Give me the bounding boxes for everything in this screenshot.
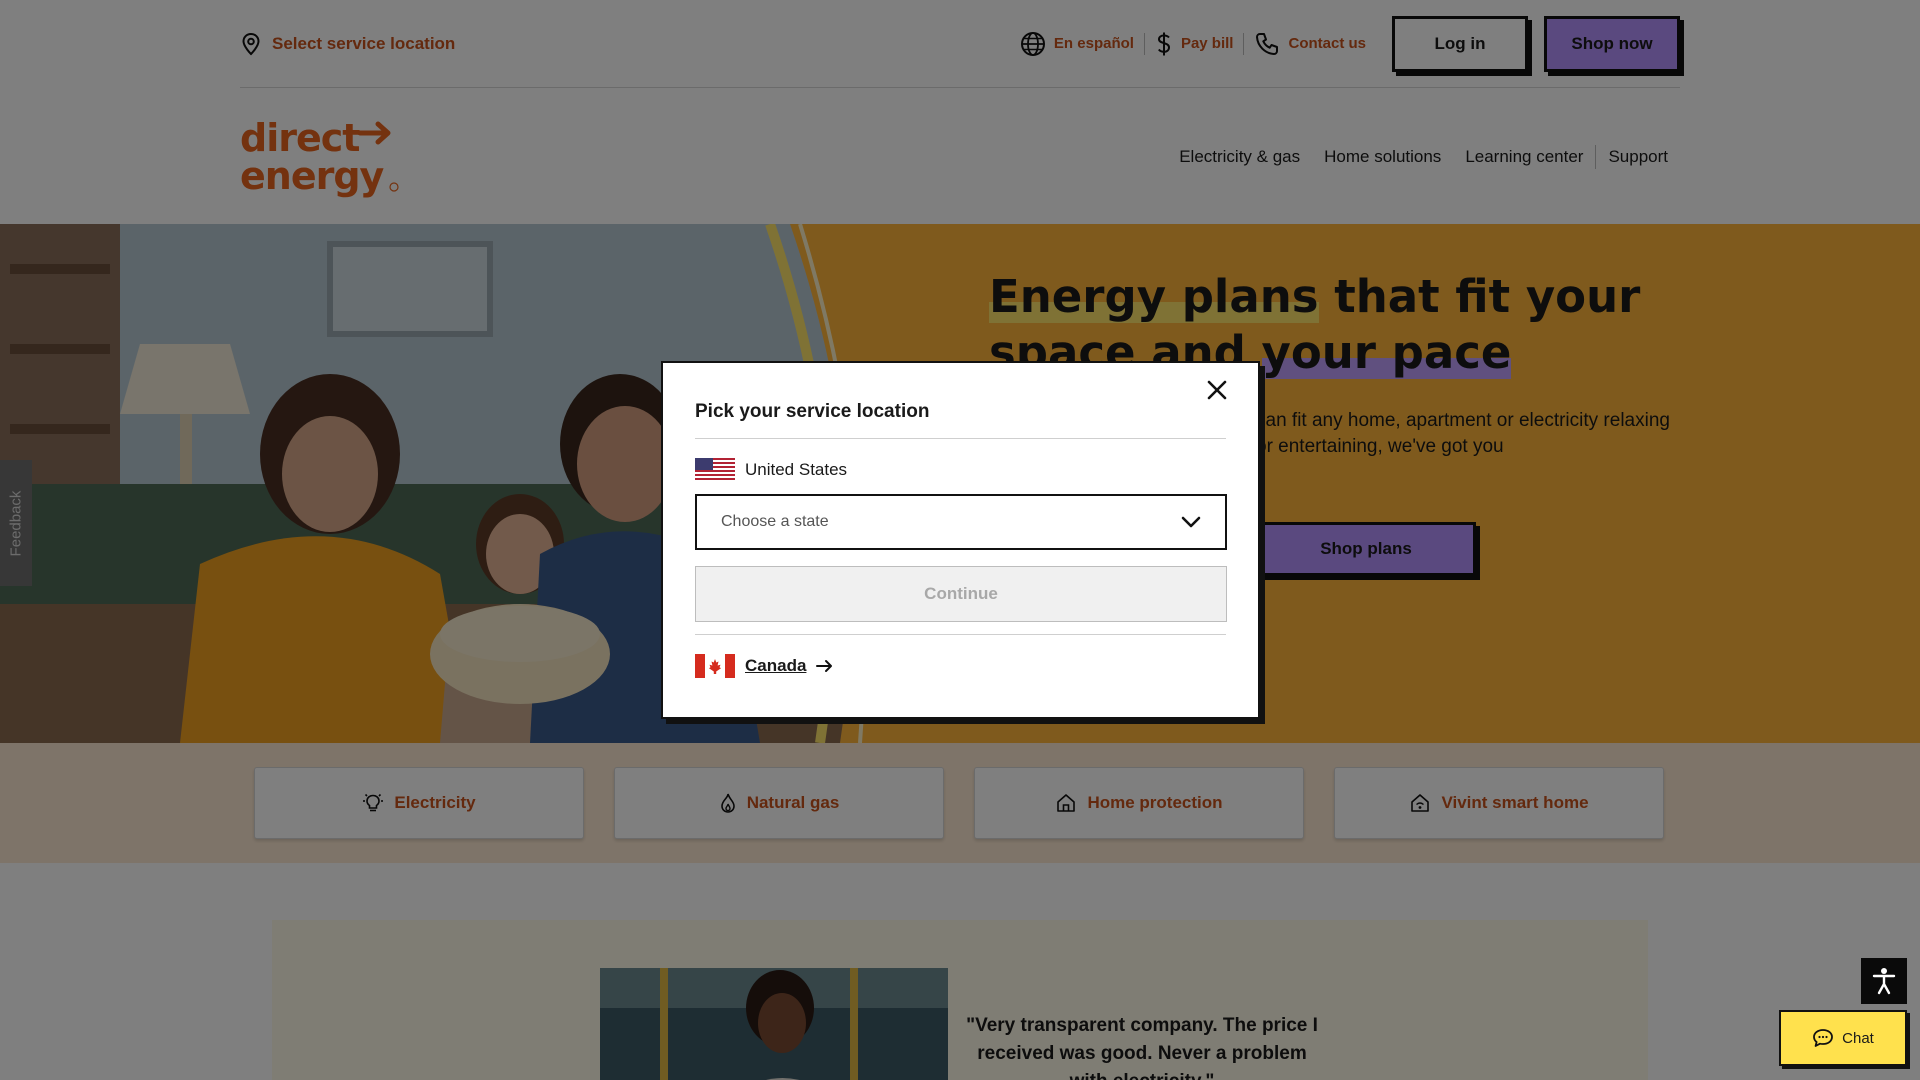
- chevron-down-icon: [1181, 516, 1201, 528]
- accessibility-button[interactable]: [1861, 958, 1907, 1004]
- modal-title: Pick your service location: [695, 401, 930, 422]
- divider: [695, 438, 1226, 439]
- canada-flag-icon: [695, 654, 735, 678]
- country-label: United States: [745, 460, 848, 479]
- accessibility-icon: [1872, 968, 1896, 995]
- close-icon[interactable]: [1204, 377, 1230, 403]
- us-flag-icon: [695, 458, 735, 482]
- arrow-right-icon: [816, 660, 833, 672]
- chat-button[interactable]: Chat: [1779, 1010, 1907, 1066]
- divider: [695, 634, 1226, 635]
- canada-label: Canada: [745, 656, 807, 675]
- continue-button[interactable]: Continue: [695, 566, 1227, 622]
- country-row: United States: [695, 458, 847, 482]
- chat-label: Chat: [1842, 1029, 1874, 1047]
- location-modal: Pick your service location United States…: [661, 361, 1260, 719]
- state-select-placeholder: Choose a state: [721, 513, 829, 530]
- state-select[interactable]: Choose a state: [695, 494, 1227, 550]
- chat-icon: [1813, 1029, 1834, 1047]
- canada-link[interactable]: Canada: [695, 654, 834, 678]
